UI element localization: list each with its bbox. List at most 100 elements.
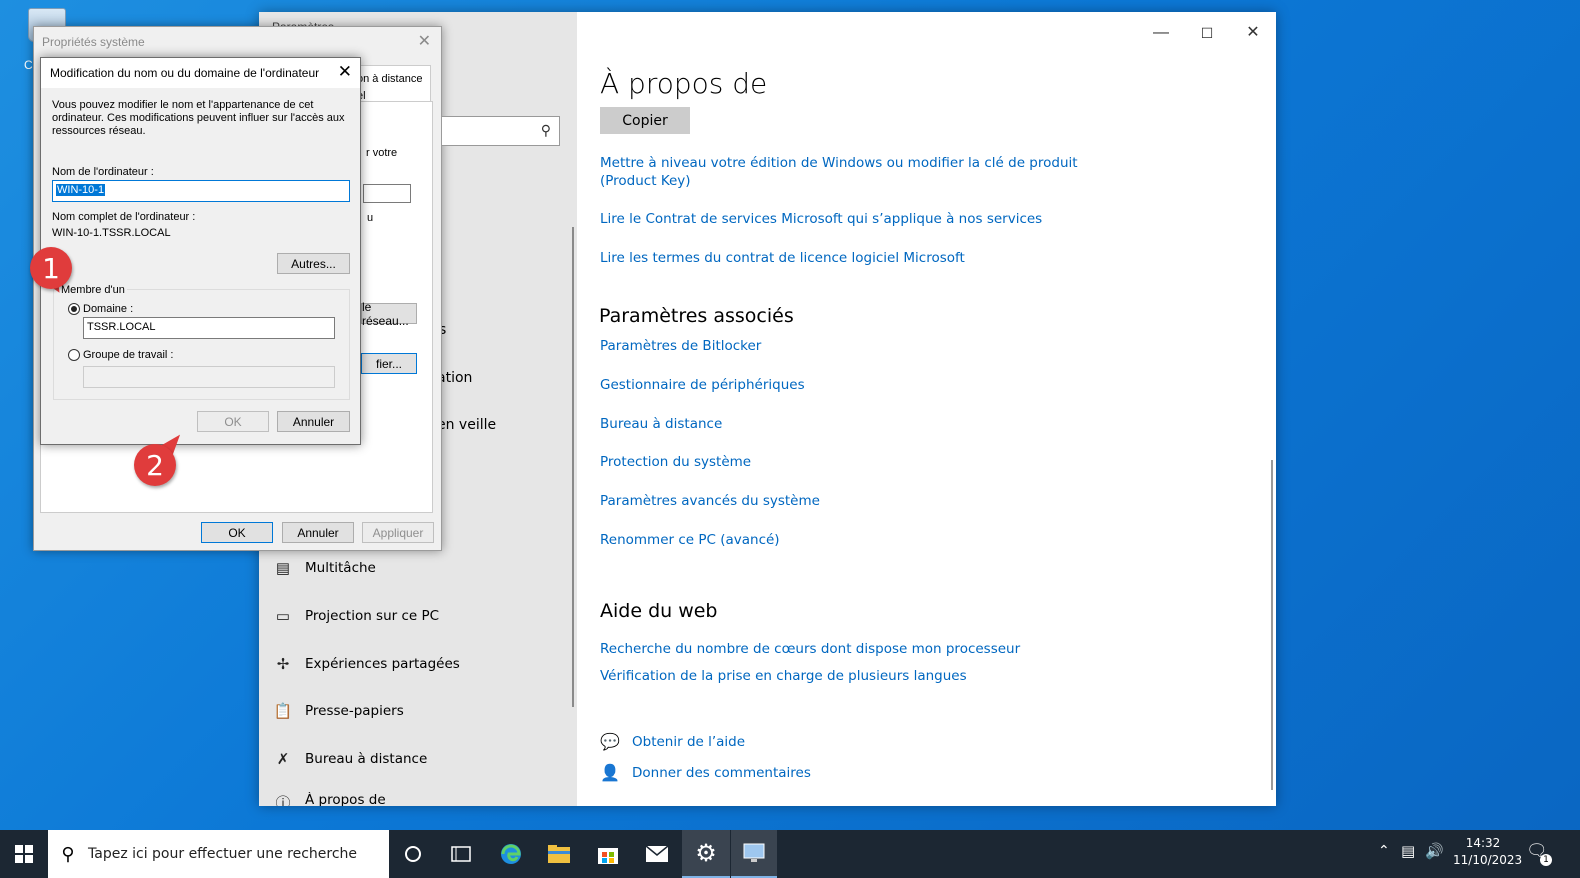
advanced-system-settings-link[interactable]: Paramètres avancés du système (600, 492, 820, 510)
fragment-u: u (367, 212, 374, 224)
nav-item-label: Presse-papiers (305, 703, 404, 719)
full-name-label: Nom complet de l'ordinateur : (52, 211, 196, 223)
ok-button[interactable]: OK (201, 522, 273, 543)
close-button[interactable]: ✕ (1230, 18, 1276, 48)
windows-icon (15, 845, 33, 863)
notification-count-badge: 1 (1540, 854, 1552, 866)
mail-icon[interactable] (633, 830, 681, 878)
desktop-icon-label: C (24, 58, 33, 72)
web-help-heading: Aide du web (600, 600, 718, 622)
dialog-close-button[interactable]: ✕ (338, 62, 352, 82)
nav-item-multitasking[interactable]: ▤ Multitâche (273, 553, 376, 583)
nav-item-label: Multitâche (305, 560, 376, 576)
maximize-button[interactable]: ☐ (1184, 18, 1230, 48)
description-fragment: r votre (366, 147, 398, 159)
license-terms-link[interactable]: Lire les termes du contrat de licence lo… (600, 249, 965, 267)
change-button[interactable]: fier... (361, 353, 417, 374)
file-explorer-icon[interactable] (535, 830, 583, 878)
info-icon: ⓘ (275, 795, 291, 806)
callout-2: 2 (134, 444, 176, 486)
task-view-icon[interactable] (437, 830, 485, 878)
settings-taskbar-icon[interactable]: ⚙ (682, 830, 730, 878)
settings-search-input[interactable]: ⚲ (442, 116, 560, 146)
language-support-link[interactable]: Vérification de la prise en charge de pl… (600, 667, 967, 685)
description-field[interactable] (363, 184, 411, 203)
nav-item-label: Bureau à distance (305, 751, 428, 767)
cancel-button[interactable]: Annuler (282, 522, 354, 543)
domain-label: Domaine : (83, 303, 134, 315)
rename-computer-dialog: Modification du nom ou du domaine de l'o… (40, 57, 361, 445)
dialog-cancel-button[interactable]: Annuler (277, 411, 350, 432)
upgrade-edition-link[interactable]: Mettre à niveau votre édition de Windows… (600, 154, 1078, 190)
copy-button[interactable]: Copier (600, 107, 690, 134)
cpu-cores-link[interactable]: Recherche du nombre de cœurs dont dispos… (600, 640, 1020, 658)
system-protection-link[interactable]: Protection du système (600, 453, 751, 471)
store-icon[interactable] (584, 830, 632, 878)
computer-name-label: Nom de l'ordinateur : (52, 166, 154, 178)
nav-item-about[interactable]: ⓘ À propos de (273, 792, 386, 806)
device-manager-link[interactable]: Gestionnaire de périphériques (600, 376, 805, 394)
edge-icon[interactable] (487, 830, 535, 878)
callout-1: 1 (30, 247, 72, 289)
dialog-description: Vous pouvez modifier le nom et l'apparte… (52, 99, 345, 137)
nav-fragment-2: ation (437, 370, 473, 386)
full-name-value: WIN-10-1.TSSR.LOCAL (52, 227, 171, 239)
domain-input[interactable]: TSSR.LOCAL (83, 317, 335, 339)
minimize-button[interactable]: — (1138, 18, 1184, 48)
feedback-link[interactable]: Donner des commentaires (632, 764, 811, 782)
multitask-icon: ▤ (275, 560, 291, 577)
services-agreement-link[interactable]: Lire le Contrat de services Microsoft qu… (600, 210, 1042, 228)
rename-pc-advanced-link[interactable]: Renommer ce PC (avancé) (600, 531, 780, 549)
taskbar-search-placeholder: Tapez ici pour effectuer une recherche (88, 846, 358, 862)
network-id-button[interactable]: le réseau... (361, 300, 417, 328)
settings-content: — ☐ ✕ À propos de Copier Mettre à niveau… (577, 12, 1276, 806)
remote-desktop-icon: ✗ (276, 751, 290, 768)
taskbar-search[interactable]: ⚲ Tapez ici pour effectuer une recherche (48, 830, 389, 878)
clipboard-icon: 📋 (273, 703, 293, 720)
search-icon: ⚲ (540, 122, 551, 138)
taskbar: ⚲ Tapez ici pour effectuer une recherche… (0, 830, 1580, 878)
system-properties-close-button[interactable]: ✕ (418, 31, 431, 51)
network-icon[interactable]: ▤ (1401, 842, 1415, 860)
volume-icon[interactable]: 🔊 (1425, 842, 1444, 860)
bitlocker-link[interactable]: Paramètres de Bitlocker (600, 337, 761, 355)
workgroup-radio[interactable] (68, 349, 80, 361)
nav-item-label: Projection sur ce PC (305, 608, 440, 624)
nav-item-label: À propos de (305, 792, 386, 806)
nav-scrollbar[interactable] (572, 227, 574, 707)
system-properties-taskbar-icon[interactable] (731, 830, 777, 878)
get-help-icon: 💬 (600, 734, 620, 751)
remote-desktop-link[interactable]: Bureau à distance (600, 415, 722, 433)
related-settings-heading: Paramètres associés (599, 305, 794, 327)
cortana-icon[interactable] (389, 830, 437, 878)
nav-item-projection[interactable]: ▭ Projection sur ce PC (273, 601, 439, 631)
more-button[interactable]: Autres... (277, 253, 350, 274)
projection-icon: ▭ (275, 608, 291, 625)
get-help-link[interactable]: Obtenir de l’aide (632, 733, 745, 751)
search-icon: ⚲ (61, 843, 75, 864)
start-button[interactable] (0, 830, 48, 878)
feedback-icon: 👤 (600, 765, 620, 782)
nav-item-clipboard[interactable]: 📋 Presse-papiers (273, 696, 404, 726)
nav-item-remote-desktop[interactable]: ✗ Bureau à distance (273, 744, 428, 774)
clock[interactable]: 14:32 11/10/2023 (1453, 835, 1522, 869)
nav-fragment-3: en veille (437, 417, 497, 433)
workgroup-input (83, 366, 335, 388)
dialog-title: Modification du nom ou du domaine de l'o… (50, 66, 320, 80)
chevron-up-icon[interactable]: ⌃ (1378, 843, 1390, 859)
gear-icon: ⚙ (695, 839, 717, 867)
tab-remote[interactable]: on à distance el (354, 65, 431, 103)
shared-experiences-icon: ✢ (276, 656, 290, 673)
system-properties-title: Propriétés système (42, 35, 145, 49)
member-of-label: Membre d'un (59, 284, 127, 297)
content-scrollbar[interactable] (1271, 460, 1273, 790)
dialog-titlebar: Modification du nom ou du domaine de l'o… (41, 58, 360, 88)
dialog-ok-button: OK (197, 411, 269, 432)
nav-item-label: Expériences partagées (305, 656, 460, 672)
apply-button: Appliquer (362, 522, 434, 543)
domain-radio[interactable] (68, 303, 80, 315)
computer-name-input[interactable]: WIN-10-1 (52, 180, 350, 202)
page-title: À propos de (600, 67, 768, 100)
workgroup-label: Groupe de travail : (83, 349, 174, 361)
nav-item-shared-experiences[interactable]: ✢ Expériences partagées (273, 649, 460, 679)
